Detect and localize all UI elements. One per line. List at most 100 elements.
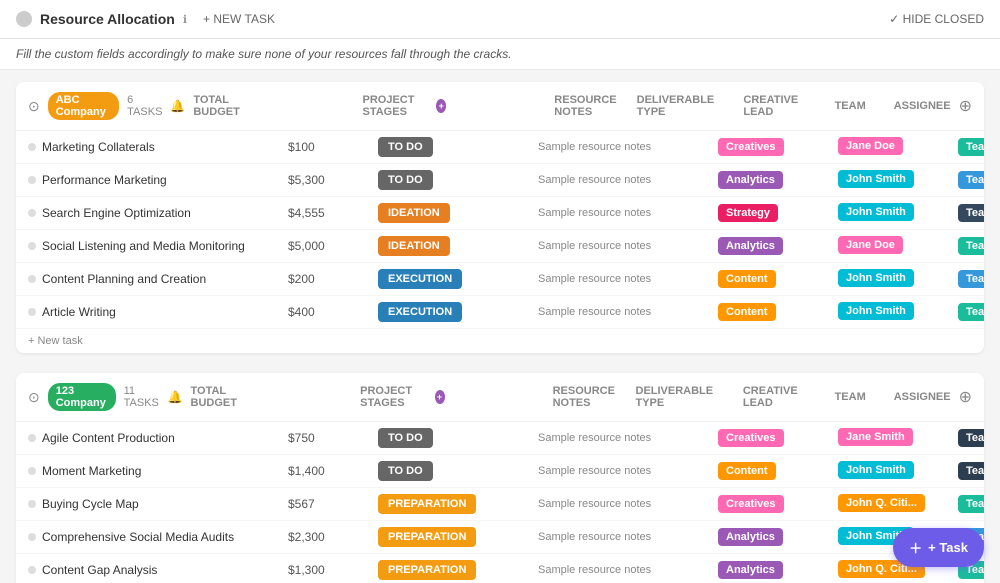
hide-closed-button[interactable]: ✓ HIDE CLOSED bbox=[889, 12, 984, 26]
deliverable-type: Content bbox=[718, 303, 838, 321]
add-task-fab[interactable]: ＋ + Task bbox=[893, 528, 984, 567]
team-cell: Team Beta bbox=[958, 429, 984, 447]
task-budget: $5,300 bbox=[288, 173, 378, 187]
group-abc: ⊙ ABC Company 6 TASKS 🔔 TOTAL BUDGET PRO… bbox=[16, 82, 984, 353]
resource-notes: Sample resource notes bbox=[538, 306, 718, 318]
app-header: Resource Allocation ℹ + NEW TASK ✓ HIDE … bbox=[0, 0, 1000, 39]
type-badge: Analytics bbox=[718, 171, 783, 189]
lead-badge: John Smith bbox=[838, 269, 914, 287]
team-badge: Team Charlie bbox=[958, 138, 984, 156]
type-badge: Content bbox=[718, 303, 776, 321]
hide-closed-label: ✓ HIDE CLOSED bbox=[889, 12, 984, 26]
resource-notes: Sample resource notes bbox=[538, 240, 718, 252]
group-toggle-abc[interactable]: ⊙ bbox=[28, 98, 40, 115]
deliverable-type: Analytics bbox=[718, 561, 838, 579]
lead-badge: John Smith bbox=[838, 302, 914, 320]
task-name-text: Article Writing bbox=[42, 305, 116, 319]
group-badge-abc: ABC Company bbox=[48, 92, 119, 120]
table-row: Content Gap Analysis $1,300 PREPARATION … bbox=[16, 554, 984, 583]
group-add-icon-123[interactable]: ⊕ bbox=[959, 387, 972, 407]
lead-badge: Jane Smith bbox=[838, 428, 913, 446]
type-badge: Analytics bbox=[718, 561, 783, 579]
creative-lead: John Smith bbox=[838, 170, 958, 191]
deliverable-type: Analytics bbox=[718, 237, 838, 255]
team-cell: Team Charlie bbox=[958, 495, 984, 513]
info-icon[interactable]: ℹ bbox=[183, 13, 187, 26]
team-cell: Team Charlie bbox=[958, 303, 984, 321]
task-dot bbox=[28, 275, 36, 283]
budget-label-abc: TOTAL BUDGET bbox=[193, 94, 254, 118]
stage-badge: PREPARATION bbox=[378, 494, 476, 514]
stage-badge: TO DO bbox=[378, 428, 433, 448]
task-stage: TO DO bbox=[378, 428, 538, 448]
task-name: Performance Marketing bbox=[28, 173, 288, 187]
task-budget: $1,300 bbox=[288, 563, 378, 577]
type-badge: Creatives bbox=[718, 138, 784, 156]
stage-plus-icon-abc[interactable]: + bbox=[436, 99, 446, 113]
resource-notes: Sample resource notes bbox=[538, 273, 718, 285]
stage-badge: TO DO bbox=[378, 461, 433, 481]
stage-plus-icon-123[interactable]: + bbox=[435, 390, 445, 404]
task-budget: $567 bbox=[288, 497, 378, 511]
table-row: Search Engine Optimization $4,555 IDEATI… bbox=[16, 197, 984, 230]
task-name-text: Buying Cycle Map bbox=[42, 497, 139, 511]
new-task-link[interactable]: + New task bbox=[16, 329, 984, 353]
lead-badge: John Smith bbox=[838, 170, 914, 188]
type-badge: Content bbox=[718, 462, 776, 480]
task-name-text: Comprehensive Social Media Audits bbox=[42, 530, 234, 544]
lead-badge: Jane Doe bbox=[838, 236, 903, 254]
task-name-text: Marketing Collaterals bbox=[42, 140, 155, 154]
type-badge: Analytics bbox=[718, 237, 783, 255]
assignee-label-123: ASSIGNEE bbox=[894, 391, 951, 403]
type-badge: Strategy bbox=[718, 204, 778, 222]
team-badge: Team Alpha bbox=[958, 171, 984, 189]
task-budget: $750 bbox=[288, 431, 378, 445]
deliverable-type: Creatives bbox=[718, 495, 838, 513]
group-header-123: ⊙ 123 Company 11 TASKS 🔔 TOTAL BUDGET PR… bbox=[16, 373, 984, 422]
task-name-text: Social Listening and Media Monitoring bbox=[42, 239, 245, 253]
notes-label-123: RESOURCE NOTES bbox=[553, 385, 628, 409]
task-name-text: Content Gap Analysis bbox=[42, 563, 157, 577]
stage-label-abc: PROJECT STAGES + bbox=[363, 94, 447, 118]
table-row: Content Planning and Creation $200 EXECU… bbox=[16, 263, 984, 296]
deliverable-type: Creatives bbox=[718, 429, 838, 447]
task-dot bbox=[28, 467, 36, 475]
task-name-text: Moment Marketing bbox=[42, 464, 141, 478]
lead-badge: John Smith bbox=[838, 203, 914, 221]
task-stage: IDEATION bbox=[378, 203, 538, 223]
table-row: Marketing Collaterals $100 TO DO Sample … bbox=[16, 131, 984, 164]
task-name: Comprehensive Social Media Audits bbox=[28, 530, 288, 544]
group-toggle-123[interactable]: ⊙ bbox=[28, 389, 40, 406]
task-stage: EXECUTION bbox=[378, 269, 538, 289]
new-task-button[interactable]: + NEW TASK bbox=[195, 8, 283, 30]
task-stage: PREPARATION bbox=[378, 527, 538, 547]
stage-badge: EXECUTION bbox=[378, 269, 462, 289]
task-name-text: Search Engine Optimization bbox=[42, 206, 191, 220]
task-stage: TO DO bbox=[378, 461, 538, 481]
task-budget: $5,000 bbox=[288, 239, 378, 253]
task-budget: $4,555 bbox=[288, 206, 378, 220]
task-dot bbox=[28, 308, 36, 316]
deliverable-type: Strategy bbox=[718, 204, 838, 222]
team-label-abc: TEAM bbox=[835, 100, 866, 112]
stage-label-123: PROJECT STAGES + bbox=[360, 385, 444, 409]
creative-lead: John Q. Citi... bbox=[838, 494, 958, 515]
subtitle-bar: Fill the custom fields accordingly to ma… bbox=[0, 39, 1000, 70]
lead-badge: John Smith bbox=[838, 461, 914, 479]
page-title: Resource Allocation bbox=[40, 11, 175, 27]
new-task-label: + NEW TASK bbox=[203, 12, 275, 26]
lead-badge: Jane Doe bbox=[838, 137, 903, 155]
deliverable-type: Creatives bbox=[718, 138, 838, 156]
task-budget: $400 bbox=[288, 305, 378, 319]
subtitle-text: Fill the custom fields accordingly to ma… bbox=[16, 47, 512, 61]
task-budget: $100 bbox=[288, 140, 378, 154]
lead-badge: John Q. Citi... bbox=[838, 494, 925, 512]
team-badge: Team Alpha bbox=[958, 270, 984, 288]
team-cell: Team Alpha bbox=[958, 270, 984, 288]
group-add-icon-abc[interactable]: ⊕ bbox=[959, 96, 972, 116]
resource-notes: Sample resource notes bbox=[538, 498, 718, 510]
task-dot bbox=[28, 434, 36, 442]
deliverable-type: Content bbox=[718, 270, 838, 288]
task-dot bbox=[28, 566, 36, 574]
team-cell: Team Beta bbox=[958, 462, 984, 480]
